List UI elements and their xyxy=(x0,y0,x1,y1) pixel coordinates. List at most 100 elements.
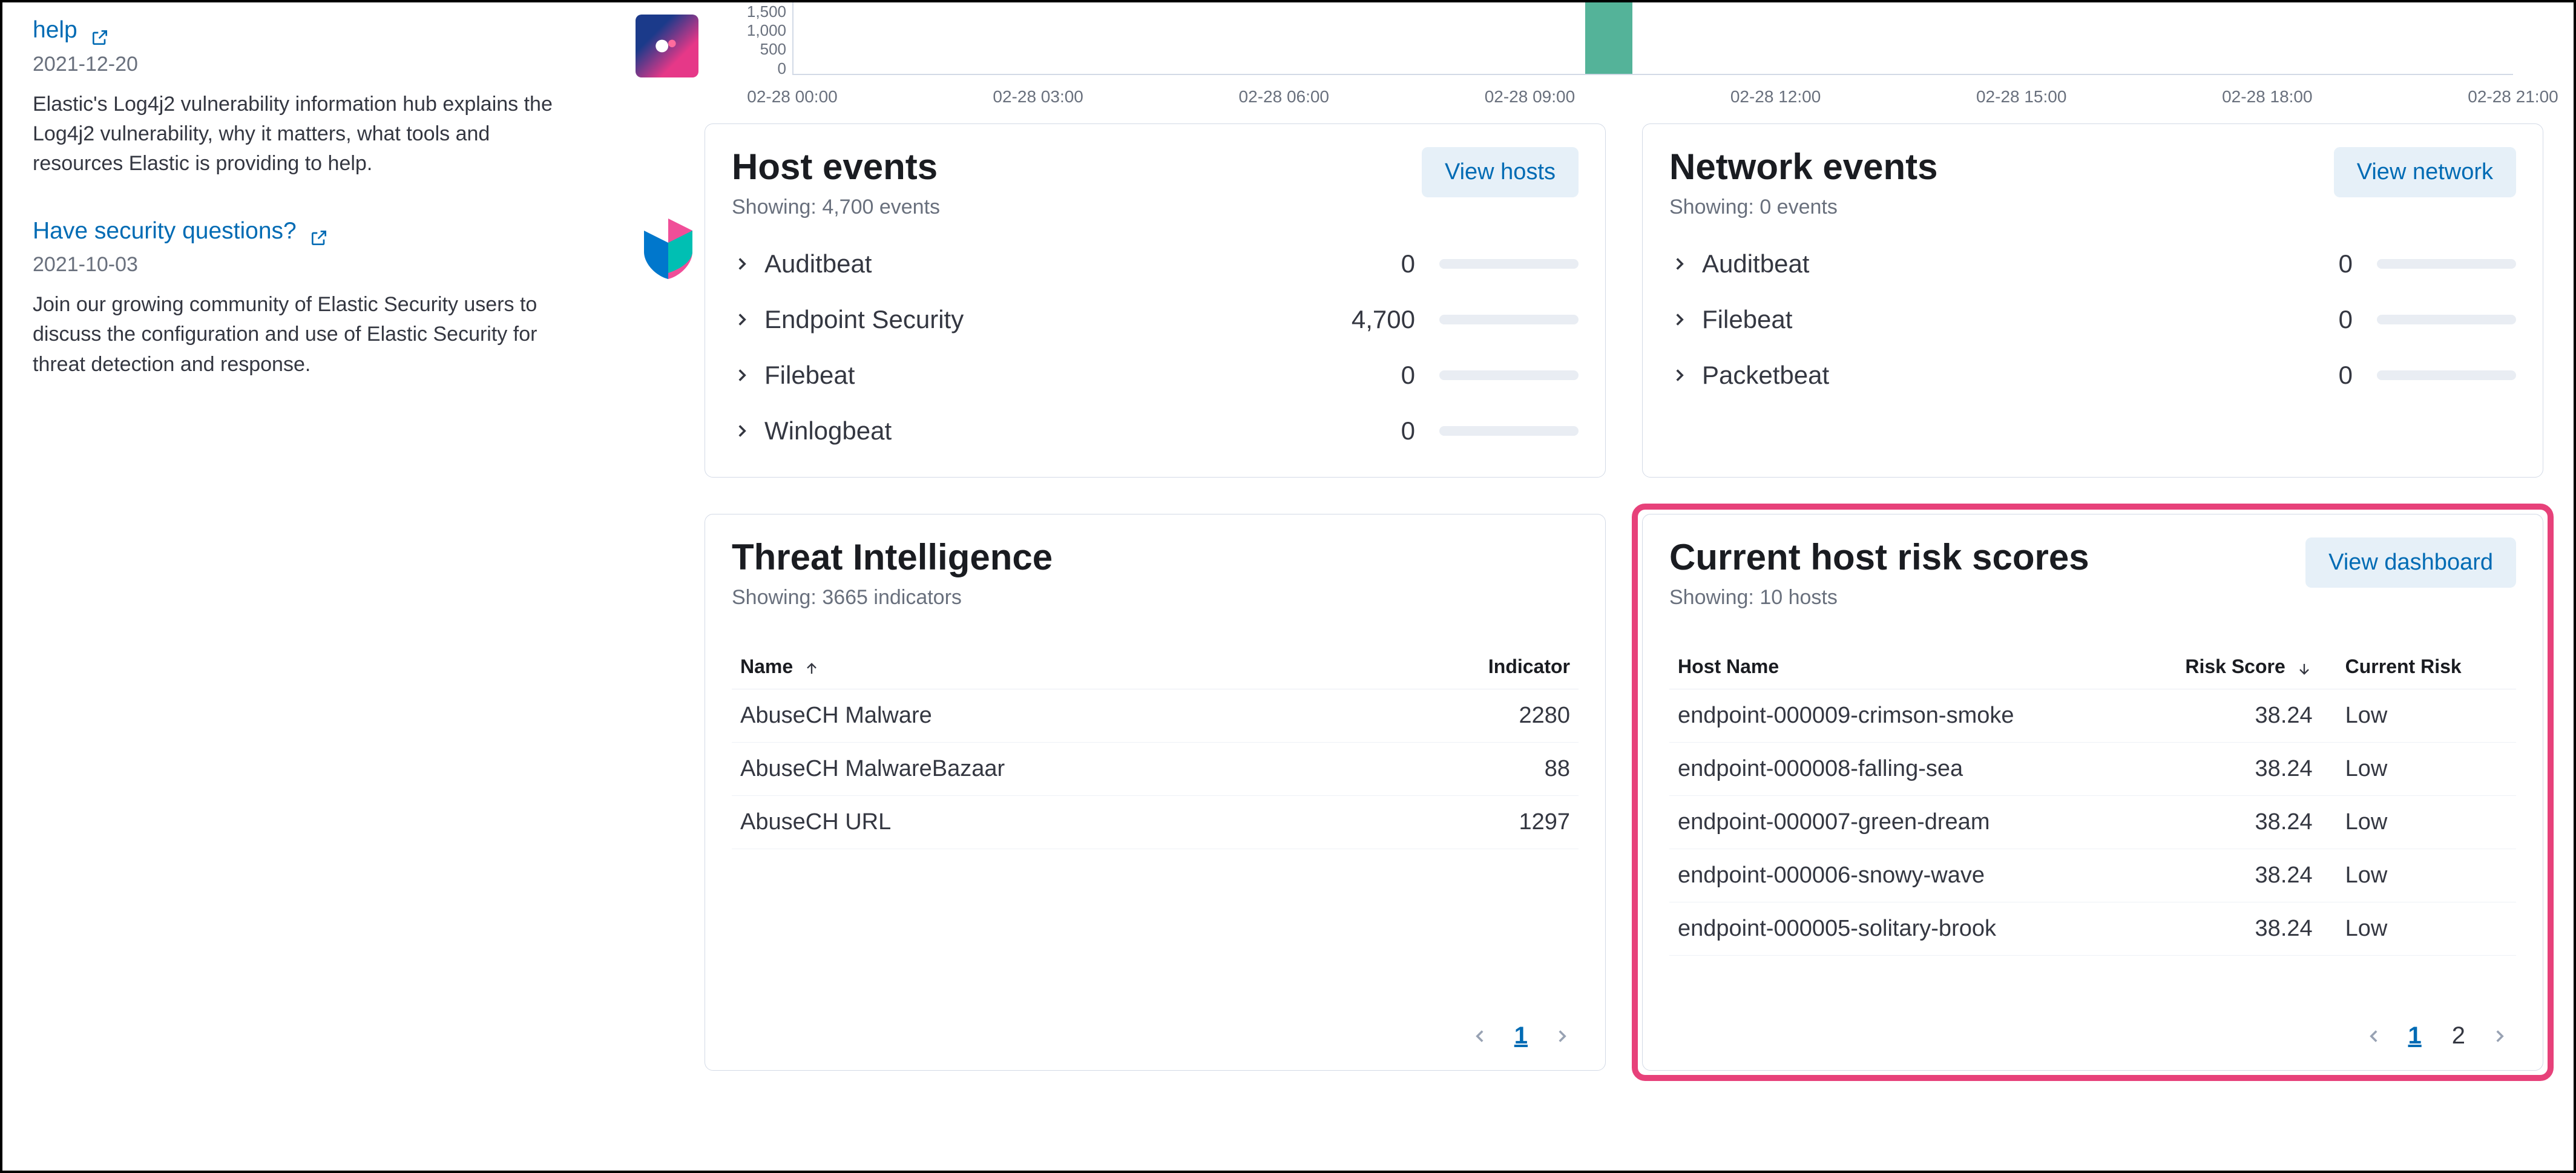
event-row[interactable]: Filebeat 0 xyxy=(1669,292,2516,347)
chart-x-tick: 02-28 09:00 xyxy=(1485,87,1575,107)
news-link[interactable]: Have security questions? xyxy=(33,218,329,244)
chevron-right-icon xyxy=(732,254,752,274)
chart-bar[interactable] xyxy=(1585,2,1632,74)
panel-subtitle: Showing: 3665 indicators xyxy=(732,586,1053,610)
event-row[interactable]: Packetbeat0 xyxy=(1669,347,2516,403)
chart-x-tick: 02-28 03:00 xyxy=(993,87,1083,107)
chart-x-tick: 02-28 18:00 xyxy=(2222,87,2312,107)
view-hosts-button[interactable]: View hosts xyxy=(1422,147,1579,197)
chevron-right-icon xyxy=(732,365,752,386)
news-sidebar: help 2021-12-20 Elastic's Log4j2 vulnera… xyxy=(2,2,674,1171)
event-count: 0 xyxy=(1401,416,1415,445)
pagination: 12 xyxy=(1669,1020,2516,1052)
ti-indicator: 1297 xyxy=(1359,796,1579,849)
main-content: 1,5001,0005000 02-28 00:0002-28 03:0002-… xyxy=(674,2,2574,1171)
event-bar xyxy=(2377,370,2516,380)
event-bar xyxy=(1439,315,1579,324)
news-title-text: help xyxy=(33,17,77,43)
risk-level: Low xyxy=(2321,743,2516,796)
pagination: 1 xyxy=(732,1020,1579,1052)
col-hostname-header[interactable]: Host Name xyxy=(1669,645,2132,689)
event-row[interactable]: Auditbeat 0 xyxy=(732,236,1579,292)
pager-page[interactable]: 1 xyxy=(1508,1020,1534,1052)
event-source-name: Endpoint Security xyxy=(764,305,964,334)
ti-indicator: 2280 xyxy=(1359,689,1579,743)
table-row: endpoint-000006-snowy-wave38.24Low xyxy=(1669,849,2516,902)
risk-host: endpoint-000005-solitary-brook xyxy=(1669,902,2132,956)
event-bar xyxy=(1439,259,1579,269)
col-currentrisk-header[interactable]: Current Risk xyxy=(2321,645,2516,689)
event-count: 4,700 xyxy=(1352,305,1415,334)
risk-score: 38.24 xyxy=(2132,902,2321,956)
event-row[interactable]: Winlogbeat 0 xyxy=(732,403,1579,459)
event-bar xyxy=(1439,370,1579,380)
chart-y-tick: 1,000 xyxy=(714,21,786,40)
risk-score: 38.24 xyxy=(2132,743,2321,796)
chevron-right-icon xyxy=(1669,309,1690,330)
chart-y-tick: 1,500 xyxy=(714,2,786,21)
risk-level: Low xyxy=(2321,902,2516,956)
event-count: 0 xyxy=(1401,249,1415,278)
risk-host: endpoint-000009-crimson-smoke xyxy=(1669,689,2132,743)
event-source-name: Filebeat xyxy=(1702,305,1792,334)
news-description: Elastic's Log4j2 vulnerability informati… xyxy=(33,90,559,179)
chart-y-tick: 500 xyxy=(714,40,786,59)
news-title-text: Have security questions? xyxy=(33,218,297,244)
risk-score: 38.24 xyxy=(2132,849,2321,902)
risk-level: Low xyxy=(2321,796,2516,849)
host-events-panel: Host events Showing: 4,700 events View h… xyxy=(705,123,1606,478)
host-risk-table: Host Name Risk Score Current Risk endpoi… xyxy=(1669,645,2516,956)
event-row[interactable]: Filebeat 0 xyxy=(732,347,1579,403)
network-events-panel: Network events Showing: 0 events View ne… xyxy=(1642,123,2543,478)
risk-host: endpoint-000008-falling-sea xyxy=(1669,743,2132,796)
chart-x-tick: 02-28 12:00 xyxy=(1730,87,1821,107)
event-source-name: Winlogbeat xyxy=(764,416,892,445)
table-row: endpoint-000005-solitary-brook38.24Low xyxy=(1669,902,2516,956)
event-source-name: Filebeat xyxy=(764,361,855,390)
event-count: 0 xyxy=(2339,249,2353,278)
pager-prev[interactable] xyxy=(2364,1026,2384,1046)
view-network-button[interactable]: View network xyxy=(2334,147,2516,197)
view-dashboard-button[interactable]: View dashboard xyxy=(2305,537,2516,588)
threat-intelligence-panel: Threat Intelligence Showing: 3665 indica… xyxy=(705,514,1606,1071)
news-description: Join our growing community of Elastic Se… xyxy=(33,290,559,380)
chart-y-tick: 0 xyxy=(714,59,786,78)
risk-score: 38.24 xyxy=(2132,689,2321,743)
chevron-right-icon xyxy=(1669,365,1690,386)
events-timeline-chart: 1,5001,0005000 02-28 00:0002-28 03:0002-… xyxy=(714,2,2543,81)
news-link[interactable]: help xyxy=(33,17,110,43)
col-name-header[interactable]: Name xyxy=(732,645,1359,689)
pager-page[interactable]: 2 xyxy=(2446,1020,2471,1052)
panel-subtitle: Showing: 4,700 events xyxy=(732,196,940,219)
table-row: endpoint-000009-crimson-smoke38.24Low xyxy=(1669,689,2516,743)
external-link-icon xyxy=(309,225,329,244)
event-bar xyxy=(2377,259,2516,269)
threat-intel-table: Name Indicator AbuseCH Malware2280AbuseC… xyxy=(732,645,1579,849)
event-bar xyxy=(1439,426,1579,436)
risk-level: Low xyxy=(2321,689,2516,743)
pager-next[interactable] xyxy=(2489,1026,2510,1046)
col-indicator-header[interactable]: Indicator xyxy=(1359,645,1579,689)
chevron-right-icon xyxy=(1669,254,1690,274)
pager-prev[interactable] xyxy=(1470,1026,1490,1046)
col-riskscore-header[interactable]: Risk Score xyxy=(2132,645,2321,689)
event-source-name: Packetbeat xyxy=(1702,361,1829,390)
chart-y-axis: 1,5001,0005000 xyxy=(714,2,786,78)
event-row[interactable]: Auditbeat 0 xyxy=(1669,236,2516,292)
ti-indicator: 88 xyxy=(1359,743,1579,796)
pager-next[interactable] xyxy=(1552,1026,1572,1046)
chart-plot-area xyxy=(792,2,2513,75)
table-row: endpoint-000007-green-dream38.24Low xyxy=(1669,796,2516,849)
table-row: AbuseCH Malware2280 xyxy=(732,689,1579,743)
pager-page[interactable]: 1 xyxy=(2402,1020,2428,1052)
table-row: AbuseCH MalwareBazaar88 xyxy=(732,743,1579,796)
news-date: 2021-10-03 xyxy=(33,253,644,277)
event-count: 0 xyxy=(2339,305,2353,334)
event-row[interactable]: Endpoint Security 4,700 xyxy=(732,292,1579,347)
chart-x-tick: 02-28 06:00 xyxy=(1239,87,1329,107)
ti-name: AbuseCH URL xyxy=(732,796,1359,849)
event-source-name: Auditbeat xyxy=(1702,249,1809,278)
event-count: 0 xyxy=(1401,361,1415,390)
external-link-icon xyxy=(90,24,110,44)
event-source-name: Auditbeat xyxy=(764,249,872,278)
